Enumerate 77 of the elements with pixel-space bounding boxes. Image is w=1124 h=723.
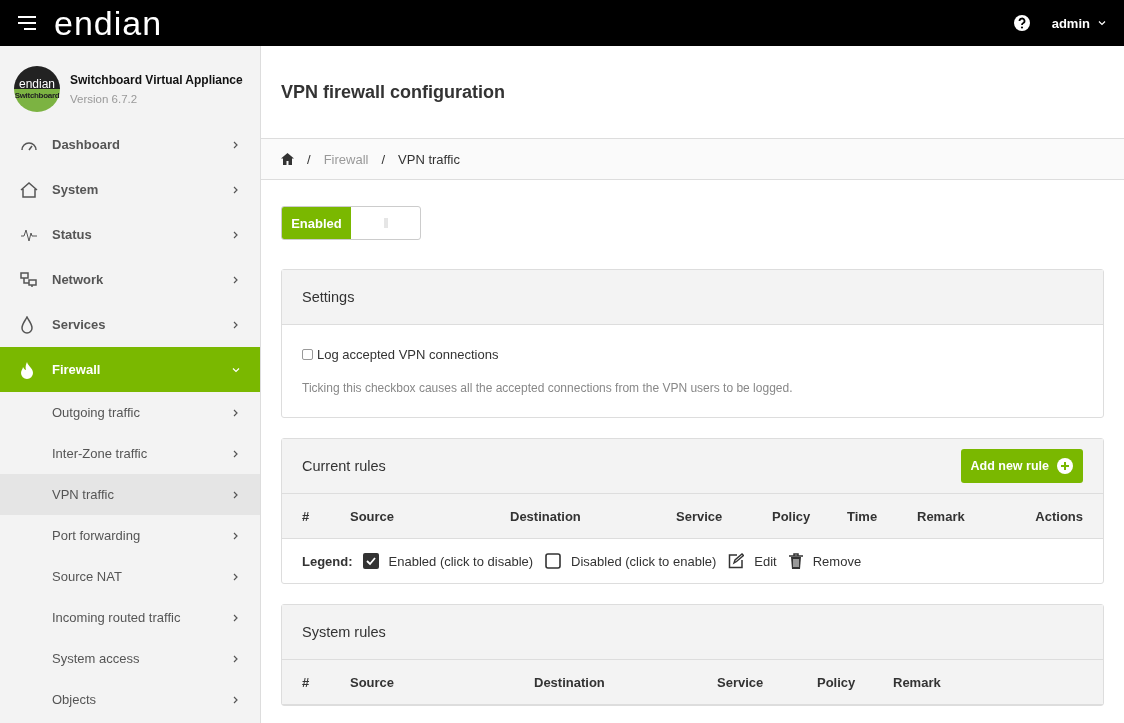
user-menu[interactable]: admin — [1051, 15, 1106, 31]
chevron-icon — [232, 320, 240, 329]
nav-subitem[interactable]: Source NAT — [0, 556, 260, 597]
nav-subitem[interactable]: System access — [0, 638, 260, 679]
nav-item[interactable]: Network — [0, 257, 260, 302]
chevron-icon — [232, 230, 240, 239]
column-header: Destination — [534, 674, 606, 690]
legend-text: Disabled (click to enable) — [571, 553, 717, 569]
chevron-icon — [232, 654, 240, 663]
product-name: Switchboard Virtual Appliance — [70, 73, 243, 87]
column-header: Remark — [917, 508, 966, 524]
nav-item[interactable]: Services — [0, 302, 260, 347]
nav-item[interactable]: System — [0, 167, 260, 212]
home-icon[interactable] — [281, 153, 294, 165]
breadcrumb-current: VPN traffic — [398, 151, 460, 167]
edit-icon — [728, 553, 745, 569]
flame-icon — [20, 360, 34, 379]
nav-subitem[interactable]: VPN traffic — [0, 474, 260, 515]
plus-icon — [1057, 458, 1073, 474]
nav-subitem[interactable]: Outgoing traffic — [0, 392, 260, 433]
column-header: # — [302, 508, 311, 524]
column-header: Source — [350, 508, 396, 524]
column-header: Remark — [893, 674, 942, 690]
nav-subitem[interactable]: Port forwarding — [0, 515, 260, 556]
drop-icon — [20, 315, 34, 334]
legend-text: Edit — [754, 553, 777, 569]
nav-subitem[interactable]: Objects — [0, 679, 260, 720]
chevron-icon — [232, 531, 240, 540]
nav-subitem[interactable]: Inter-Zone traffic — [0, 433, 260, 474]
chevron-icon — [232, 572, 240, 581]
panel-title: Current rules — [302, 458, 387, 474]
column-header: Destination — [510, 508, 582, 524]
chevron-icon — [232, 490, 240, 499]
breadcrumb-separator: / — [307, 151, 311, 167]
chevron-icon — [232, 449, 240, 458]
nav-item[interactable]: Dashboard — [0, 122, 260, 167]
menu-icon[interactable] — [18, 16, 36, 30]
chevron-icon — [232, 695, 240, 704]
panel-title: Settings — [302, 289, 356, 305]
trash-icon — [788, 553, 803, 569]
empty-box-icon — [545, 553, 562, 569]
column-header: Time — [847, 508, 879, 524]
logo-text: endian — [18, 78, 55, 90]
nav-subitem[interactable]: Incoming routed traffic — [0, 597, 260, 638]
chevron-icon — [232, 408, 240, 417]
house-icon — [20, 181, 38, 198]
network-icon — [20, 271, 38, 288]
column-header: Policy — [772, 508, 812, 524]
logo-subtext: Switchboard — [14, 92, 60, 100]
help-icon[interactable] — [1013, 15, 1030, 31]
chevron-icon — [232, 365, 240, 374]
legend-text: Enabled (click to disable) — [388, 553, 534, 569]
chevron-icon — [232, 185, 240, 194]
caret-icon — [1098, 19, 1106, 27]
grip-icon — [383, 218, 388, 228]
column-header: Service — [676, 508, 724, 524]
nav-item[interactable]: Status — [0, 212, 260, 257]
breadcrumb-separator: / — [381, 151, 386, 167]
column-header: # — [302, 674, 311, 690]
checkbox[interactable] — [302, 349, 313, 360]
pulse-icon — [20, 227, 38, 242]
help-text: Ticking this checkbox causes all the accepted connections from the VPN users to be logged. — [302, 381, 794, 395]
panel-title: System rules — [302, 624, 387, 640]
page-title: VPN firewall configuration — [281, 81, 506, 103]
column-header: Source — [350, 674, 396, 690]
chevron-icon — [232, 613, 240, 622]
checkbox-label: Log accepted VPN connections — [317, 347, 499, 362]
column-header: Actions — [1035, 508, 1083, 524]
checked-box-icon — [362, 553, 379, 569]
chevron-icon — [232, 275, 240, 284]
legend-text: Remove — [812, 553, 862, 569]
column-header: Service — [717, 674, 765, 690]
chevron-icon — [232, 140, 240, 149]
column-header: Policy — [817, 674, 857, 690]
logo-text: endian — [54, 6, 163, 40]
product-version: Version 6.7.2 — [70, 93, 139, 105]
legend-label: Legend: — [302, 553, 353, 569]
